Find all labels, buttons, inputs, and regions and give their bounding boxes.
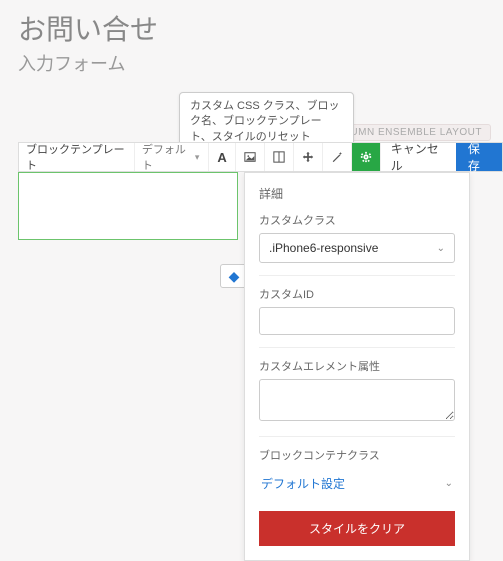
- page-subtitle: 入力フォーム: [0, 50, 503, 84]
- image-icon: [244, 151, 256, 163]
- page-title: お問い合せ: [0, 0, 503, 50]
- settings-panel: 詳細 カスタムクラス .iPhone6-responsive ⌄ カスタムID …: [244, 172, 470, 561]
- panel-section-title: 詳細: [259, 185, 455, 202]
- text-style-icon: A: [217, 150, 226, 165]
- custom-id-input[interactable]: [259, 307, 455, 335]
- custom-class-value: .iPhone6-responsive: [269, 241, 378, 255]
- layout-button[interactable]: [265, 143, 294, 171]
- custom-attr-label: カスタムエレメント属性: [259, 358, 455, 374]
- text-style-button[interactable]: A: [209, 143, 235, 171]
- move-icon: [302, 151, 314, 163]
- clear-styles-button[interactable]: スタイルをクリア: [259, 511, 455, 546]
- container-class-label: ブロックコンテナクラス: [259, 447, 455, 463]
- custom-class-select[interactable]: .iPhone6-responsive ⌄: [259, 233, 455, 263]
- chevron-down-icon: ⌄: [437, 243, 445, 254]
- divider: [259, 275, 455, 276]
- custom-attr-textarea[interactable]: [259, 379, 455, 421]
- move-button[interactable]: [294, 143, 323, 171]
- custom-class-label: カスタムクラス: [259, 212, 455, 228]
- magic-wand-icon: [331, 151, 343, 163]
- container-class-select[interactable]: デフォルト設定 ⌄: [259, 468, 455, 499]
- container-class-value: デフォルト設定: [261, 475, 345, 492]
- save-button[interactable]: 保存: [456, 143, 502, 171]
- block-template-button[interactable]: ブロックテンプレート: [19, 143, 135, 171]
- cancel-button[interactable]: キャンセル: [381, 143, 456, 171]
- default-style-label: デフォルト: [142, 141, 192, 173]
- chevron-down-icon: ⌄: [445, 478, 453, 489]
- plus-icon: ◆: [229, 268, 240, 285]
- gear-icon: [360, 151, 372, 163]
- settings-button[interactable]: [352, 143, 381, 171]
- divider: [259, 347, 455, 348]
- layout-icon: [273, 151, 285, 163]
- chevron-down-icon: ▾: [195, 152, 200, 163]
- image-button[interactable]: [236, 143, 265, 171]
- custom-id-label: カスタムID: [259, 286, 455, 302]
- default-style-dropdown[interactable]: デフォルト ▾: [135, 143, 210, 171]
- divider: [259, 436, 455, 437]
- magic-button[interactable]: [323, 143, 352, 171]
- selected-block-outline[interactable]: [18, 172, 238, 240]
- block-toolbar: ブロックテンプレート デフォルト ▾ A キャンセル 保存: [18, 142, 503, 172]
